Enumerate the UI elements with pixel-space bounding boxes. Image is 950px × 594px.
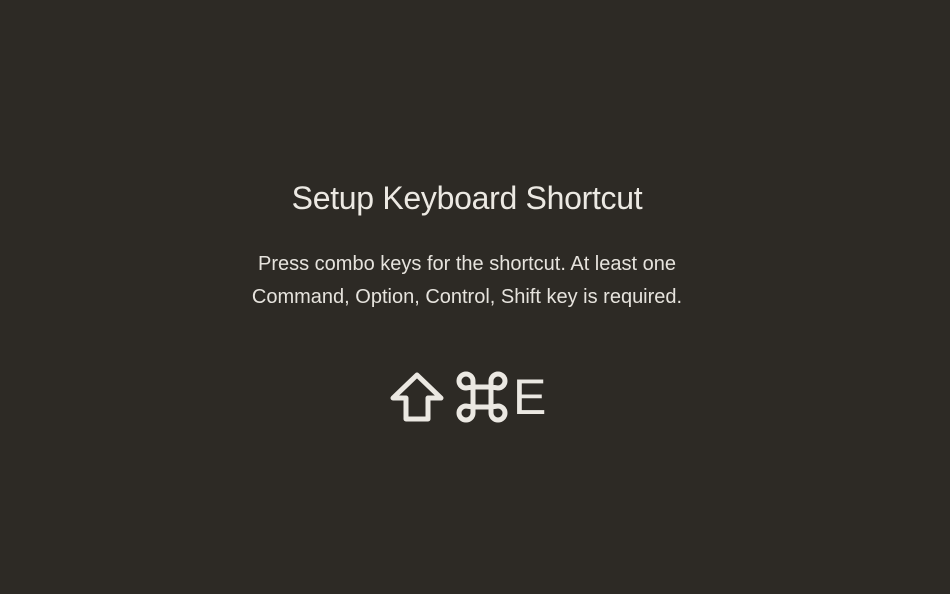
- e-key: E: [513, 369, 547, 425]
- shortcut-key-combo[interactable]: E: [389, 371, 553, 423]
- instructions-line-1: Press combo keys for the shortcut. At le…: [258, 253, 676, 275]
- shortcut-setup-panel: Setup Keyboard Shortcut Press combo keys…: [0, 0, 950, 594]
- page-title: Setup Keyboard Shortcut: [291, 180, 643, 216]
- command-icon: [455, 371, 509, 423]
- shift-icon: [389, 371, 445, 423]
- instructions-text: Press combo keys for the shortcut. At le…: [0, 248, 934, 314]
- instructions-line-2: Command, Option, Control, Shift key is r…: [251, 286, 683, 308]
